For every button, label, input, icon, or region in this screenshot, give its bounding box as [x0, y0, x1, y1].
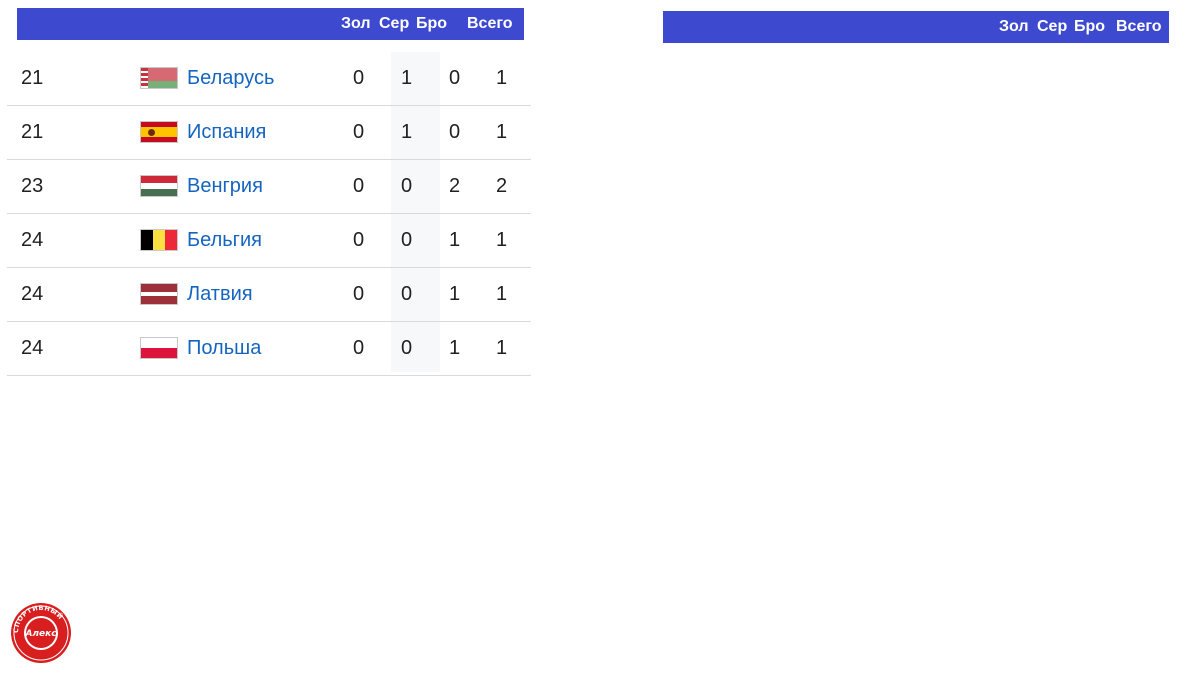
header-silver[interactable]: Сер [379, 15, 409, 33]
header-bronze[interactable]: Бро [416, 15, 447, 33]
gold-cell: 0 [353, 121, 365, 143]
bronze-cell: 2 [449, 175, 461, 197]
table-row: 23 Венгрия 0 0 2 2 [7, 160, 531, 214]
table-row: 21 Беларусь 0 1 0 1 [7, 52, 531, 106]
header-gold[interactable]: Зол [999, 18, 1029, 36]
country-link[interactable]: Беларусь [187, 67, 274, 89]
rank-cell: 24 [21, 337, 44, 359]
hungary-flag-icon [140, 175, 178, 197]
silver-cell: 0 [401, 283, 413, 305]
silver-cell: 0 [401, 229, 413, 251]
bronze-cell: 1 [449, 337, 461, 359]
rank-cell: 21 [21, 121, 44, 143]
gold-cell: 0 [353, 283, 365, 305]
total-cell: 2 [496, 175, 508, 197]
gold-cell: 0 [353, 175, 365, 197]
sport-logo-icon: СПОРТИВНЫЙ Алекс [11, 603, 71, 663]
country-link[interactable]: Венгрия [187, 175, 263, 197]
silver-cell: 1 [401, 67, 413, 89]
gold-cell: 0 [353, 67, 365, 89]
silver-cell: 0 [401, 337, 413, 359]
header-total[interactable]: Всего [467, 15, 513, 33]
country-link[interactable]: Бельгия [187, 229, 262, 251]
rank-cell: 23 [21, 175, 44, 197]
belgium-flag-icon [140, 229, 178, 251]
header-gold[interactable]: Зол [341, 15, 371, 33]
country-link[interactable]: Латвия [187, 283, 253, 305]
table-row: 24 Бельгия 0 0 1 1 [7, 214, 531, 268]
gold-cell: 0 [353, 337, 365, 359]
bronze-cell: 1 [449, 229, 461, 251]
spain-flag-icon [140, 121, 178, 143]
rank-cell: 24 [21, 283, 44, 305]
table-row: 24 Латвия 0 0 1 1 [7, 268, 531, 322]
latvia-flag-icon [140, 283, 178, 305]
bronze-cell: 0 [449, 121, 461, 143]
belarus-flag-icon [140, 67, 178, 89]
table-row: 24 Польша 0 0 1 1 [7, 322, 531, 376]
total-cell: 1 [496, 337, 508, 359]
poland-flag-icon [140, 337, 178, 359]
total-cell: 1 [496, 229, 508, 251]
medal-table-header-secondary: Зол Сер Бро Всего [663, 11, 1169, 43]
silver-cell: 0 [401, 175, 413, 197]
bronze-cell: 1 [449, 283, 461, 305]
logo-text: Алекс [24, 629, 57, 639]
rank-cell: 21 [21, 67, 44, 89]
total-cell: 1 [496, 121, 508, 143]
total-cell: 1 [496, 67, 508, 89]
header-total[interactable]: Всего [1116, 18, 1162, 36]
header-bronze[interactable]: Бро [1074, 18, 1105, 36]
total-cell: 1 [496, 283, 508, 305]
bronze-cell: 0 [449, 67, 461, 89]
gold-cell: 0 [353, 229, 365, 251]
country-link[interactable]: Польша [187, 337, 261, 359]
header-silver[interactable]: Сер [1037, 18, 1067, 36]
medal-table-header: Зол Сер Бро Всего [17, 8, 524, 40]
medal-table: 21 Беларусь 0 1 0 1 21 Испания 0 1 0 1 2… [7, 52, 531, 376]
country-link[interactable]: Испания [187, 121, 266, 143]
table-row: 21 Испания 0 1 0 1 [7, 106, 531, 160]
rank-cell: 24 [21, 229, 44, 251]
silver-cell: 1 [401, 121, 413, 143]
